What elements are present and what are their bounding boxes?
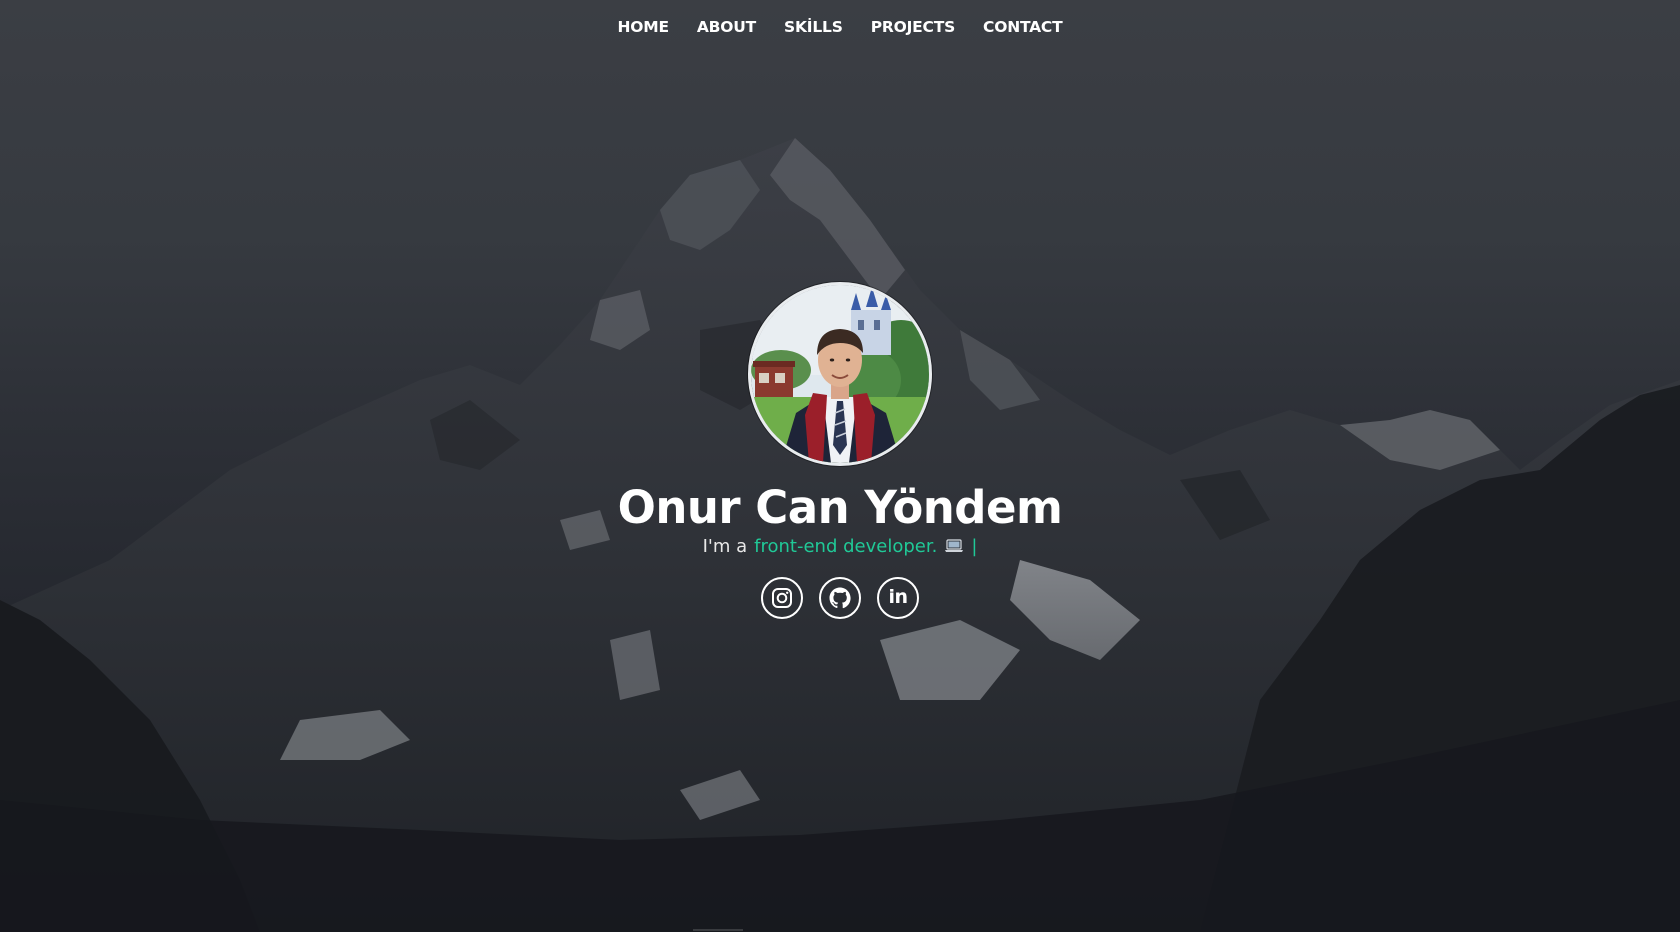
social-links: in [761, 576, 919, 619]
avatar-photo [751, 285, 929, 463]
instagram-icon [772, 587, 792, 608]
nav-about[interactable]: ABOUT [683, 14, 770, 40]
nav-projects[interactable]: PROJECTS [857, 14, 969, 40]
scroll-indicator [693, 929, 743, 931]
profile-name: Onur Can Yöndem [617, 481, 1063, 534]
hero-section: HOME ABOUT SKİLLS PROJECTS CONTACT Onur … [0, 0, 1680, 932]
nav-skills[interactable]: SKİLLS [770, 14, 857, 40]
github-icon [829, 587, 851, 608]
linkedin-icon: in [888, 586, 908, 609]
tagline: I'm a front-end developer. | [703, 536, 978, 557]
github-button[interactable] [819, 576, 861, 619]
profile-block: Onur Can Yöndem I'm a front-end develope… [0, 282, 1680, 619]
tagline-role: front-end developer. [754, 535, 938, 557]
tagline-prefix: I'm a [702, 535, 748, 557]
linkedin-button[interactable]: in [877, 576, 919, 619]
typing-cursor: | [971, 535, 978, 557]
avatar [748, 282, 932, 466]
instagram-button[interactable] [761, 576, 803, 619]
nav-home[interactable]: HOME [604, 14, 683, 40]
main-nav: HOME ABOUT SKİLLS PROJECTS CONTACT [0, 14, 1680, 40]
laptop-icon [944, 539, 964, 553]
nav-contact[interactable]: CONTACT [969, 14, 1076, 40]
